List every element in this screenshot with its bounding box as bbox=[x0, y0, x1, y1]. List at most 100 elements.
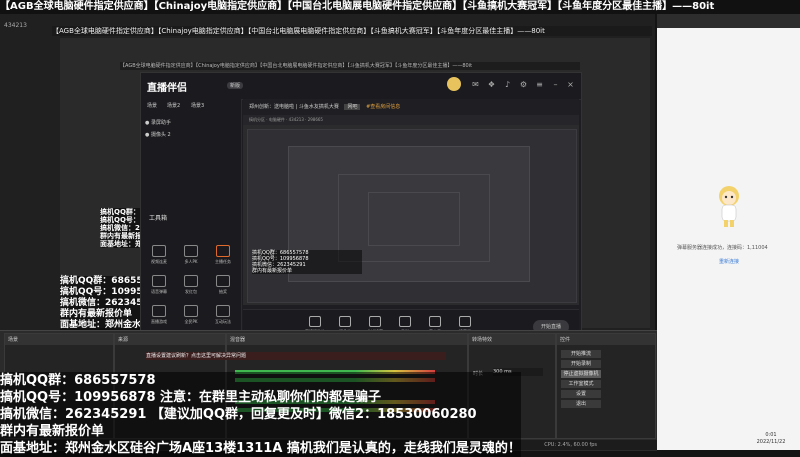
app-header: 直播伴侣 新版 ✉ ❖ ♪ ⚙ ≡ – × bbox=[141, 73, 581, 100]
avatar[interactable] bbox=[447, 77, 461, 91]
tab-scene-3[interactable]: 场景3 bbox=[191, 102, 204, 109]
voice-icon bbox=[152, 275, 166, 287]
clock-date: 2022/11/22 bbox=[756, 439, 786, 445]
record-icon bbox=[399, 316, 411, 327]
tool-label: 互动玩法 bbox=[215, 319, 231, 324]
tool-live-game[interactable]: 直播游戏 bbox=[145, 305, 173, 325]
nested-contact-line: 面基地址：郑州金水区硅谷广场 bbox=[100, 240, 198, 248]
tool-voice-danmu[interactable]: 语音弹幕 bbox=[145, 275, 173, 295]
tool-all-pk[interactable]: 全民PK bbox=[177, 305, 205, 325]
mid-contact-line: 搞机微信：262345291 bbox=[60, 298, 162, 309]
speaker-icon bbox=[459, 316, 471, 327]
room-title-bar: 郑州创新：送电脑啦 | 斗鱼水友搞机大赛 网吧 #查看房间信息 bbox=[243, 99, 579, 115]
cpu-fps-status: CPU: 2.4%, 60.00 fps bbox=[544, 442, 597, 448]
interactive-icon bbox=[216, 305, 230, 317]
nested-banner: 【AGB全球电脑硬件指定供应商】【Chinajoy电脑指定供应商】【中国台北电脑… bbox=[52, 26, 652, 36]
nested-window bbox=[368, 192, 460, 246]
taskbar-clock: 0:01 2022/11/22 bbox=[744, 432, 798, 446]
connection-status: 弹幕服务器连接成功，连接码：1,11004 bbox=[677, 245, 768, 251]
game-icon bbox=[152, 305, 166, 317]
preview-area: 郑州创新：送电脑啦 | 斗鱼水友搞机大赛 网吧 #查看房间信息 搞机分区 · 电… bbox=[243, 99, 579, 305]
nested-contact-line: 搞机QQ群：6865557578 bbox=[100, 208, 189, 216]
nested-banner-2: 【AGB全球电脑硬件指定供应商】【Chinajoy电脑指定供应商】【中国台北电脑… bbox=[120, 62, 580, 70]
tool-label: 抽奖 bbox=[219, 289, 227, 294]
reconnect-link[interactable]: 重新连接 bbox=[719, 258, 739, 265]
tab-scene-2[interactable]: 场景2 bbox=[167, 102, 180, 109]
toolbox-title: 工具箱 bbox=[149, 215, 168, 222]
obs-controls-dock: 控件 开始推流 开始录制 停止虚拟摄像机 工作室模式 设置 退出 bbox=[556, 333, 656, 439]
room-info-link[interactable]: #查看房间信息 bbox=[366, 104, 400, 110]
room-subtitle: 搞机分区 · 电脑硬件 · 434213 · 298665 bbox=[243, 115, 579, 125]
stop-virtual-cam-button[interactable]: 停止虚拟摄像机 bbox=[561, 370, 601, 378]
tool-streamer-task[interactable]: 主播任务 bbox=[209, 245, 237, 265]
top-banner: 【AGB全球电脑硬件指定供应商】【Chinajoy电脑指定供应商】【中国台北电脑… bbox=[0, 0, 800, 14]
transition-title: 转场特效 bbox=[469, 334, 555, 345]
banner-sub-id: 434213 bbox=[4, 22, 27, 29]
contact-overlay: 搞机QQ群：686557578 搞机QQ号：109956878 注意：在群里主动… bbox=[0, 372, 521, 457]
start-stream-button[interactable]: 开始推流 bbox=[561, 350, 601, 358]
scene-panel: 场景 场景2 场景3 ● 录屏助手 ● 摄像头 2 工具箱 视频连麦 多人PK … bbox=[141, 99, 242, 349]
nested-contacts: 搞机QQ群：6865557578 搞机QQ号：1099556878 搞机微信：2… bbox=[100, 208, 198, 248]
gift-icon[interactable]: ❖ bbox=[487, 80, 496, 89]
resolution-icon bbox=[369, 316, 381, 327]
room-badge: 网吧 bbox=[344, 104, 361, 110]
tab-scene-1[interactable]: 场景 bbox=[147, 102, 157, 109]
recursive-screen: 搞机QQ群：686557578 搞机QQ号：109956878 搞机微信：262… bbox=[247, 129, 577, 303]
decorate-icon bbox=[309, 316, 321, 327]
controls-title: 控件 bbox=[557, 334, 655, 345]
exit-button[interactable]: 退出 bbox=[561, 400, 601, 408]
message-icon[interactable]: ✉ bbox=[471, 80, 480, 89]
menu-icon[interactable]: ≡ bbox=[535, 80, 544, 89]
bell-icon[interactable]: ♪ bbox=[503, 80, 512, 89]
mid-contact-line: 搞机QQ群：686557578 bbox=[60, 276, 168, 287]
tool-label: 直播游戏 bbox=[151, 319, 167, 324]
scene-label: 录屏助手 bbox=[150, 120, 171, 126]
camera-icon bbox=[339, 316, 351, 327]
overlay-line-2: 搞机QQ号：109956878 注意：在群里主动私聊你们的都是骗子 bbox=[0, 389, 521, 406]
studio-mode-button[interactable]: 工作室模式 bbox=[561, 380, 601, 388]
tool-lottery[interactable]: 抽奖 bbox=[209, 275, 237, 295]
tool-label: 多人PK bbox=[184, 259, 198, 264]
danmu-panel-header bbox=[657, 14, 800, 28]
settings-icon[interactable]: ⚙ bbox=[519, 80, 528, 89]
all-pk-icon bbox=[184, 305, 198, 317]
tool-label: 发红包 bbox=[185, 289, 197, 294]
pk-icon bbox=[184, 245, 198, 257]
tool-label: 主播任务 bbox=[215, 259, 231, 264]
scene-item[interactable]: ● 摄像头 2 bbox=[145, 131, 171, 138]
clock-time: 0:01 bbox=[765, 432, 777, 438]
mid-contact-line: 搞机QQ号：109956878 bbox=[60, 287, 168, 298]
mid-contact-line: 群内有最新报价单 bbox=[60, 309, 140, 320]
room-title: 郑州创新：送电脑啦 | 斗鱼水友搞机大赛 bbox=[249, 104, 339, 110]
overlay-line-3: 搞机微信：262345291 【建议加QQ群，回复更及时】微信2：1853006… bbox=[0, 406, 521, 423]
overlay-line-1: 搞机QQ群：686557578 bbox=[0, 372, 521, 389]
video-icon bbox=[152, 245, 166, 257]
nested-contact-line: 搞机微信：262345291 bbox=[100, 224, 179, 232]
tool-video-link[interactable]: 视频连麦 bbox=[145, 245, 173, 265]
overlay-line-4: 群内有最新报价单 bbox=[0, 423, 521, 440]
task-icon bbox=[216, 245, 230, 257]
scene-label: 摄像头 2 bbox=[150, 132, 171, 138]
nested-contacts: 搞机QQ群：686557578 搞机QQ号：109956878 搞机微信：262… bbox=[252, 250, 362, 274]
nested-contact-line: 群内有最新报价单 bbox=[100, 232, 156, 240]
minimize-icon[interactable]: – bbox=[551, 80, 560, 89]
close-icon[interactable]: × bbox=[566, 80, 575, 89]
mascot-image bbox=[719, 186, 739, 227]
tool-label: 语音弹幕 bbox=[151, 289, 167, 294]
start-record-button[interactable]: 开始录制 bbox=[561, 360, 601, 368]
tool-red-packet[interactable]: 发红包 bbox=[177, 275, 205, 295]
mid-contacts: 搞机QQ群：686557578 搞机QQ号：109956878 搞机微信：262… bbox=[60, 276, 168, 331]
tool-label: 全民PK bbox=[184, 319, 198, 324]
notice-bar[interactable]: 直播设置建议刷新？点击这里可解决异常问题 bbox=[146, 352, 446, 360]
scene-item[interactable]: ● 录屏助手 bbox=[145, 119, 171, 126]
tool-interactive[interactable]: 互动玩法 bbox=[209, 305, 237, 325]
settings-button[interactable]: 设置 bbox=[561, 390, 601, 398]
scenes-title: 场景 bbox=[5, 334, 113, 345]
red-packet-icon bbox=[184, 275, 198, 287]
sources-title: 来源 bbox=[115, 334, 225, 345]
lottery-icon bbox=[216, 275, 230, 287]
microphone-icon bbox=[429, 316, 441, 327]
nested-contact-line: 群内有最新报价单 bbox=[252, 268, 293, 274]
tool-multi-pk[interactable]: 多人PK bbox=[177, 245, 205, 265]
version-badge: 新版 bbox=[227, 82, 244, 89]
